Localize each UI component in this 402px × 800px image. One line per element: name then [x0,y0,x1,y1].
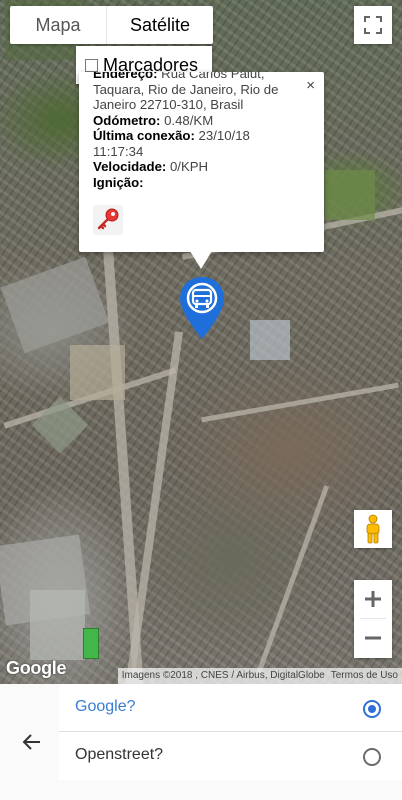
map-area [30,590,85,660]
arrow-left-icon [22,734,40,750]
address-row: Endereço: Rua Carlos Palut, Taquara, Rio… [93,72,299,113]
speed-value: 0/KPH [166,159,209,174]
ignition-row: Ignição: [93,175,299,191]
zoom-controls [354,580,392,658]
plus-icon [365,591,381,607]
ignition-key-icon [93,205,123,235]
address-label: Endereço: [93,72,158,81]
google-logo: Google [6,658,67,678]
provider-option-label: Openstreet? [75,746,164,763]
markers-checkbox[interactable] [85,58,98,72]
map-area [0,256,110,354]
terms-link[interactable]: Termos de Uso [331,668,398,684]
speed-label: Velocidade: [93,159,167,174]
map-area [31,396,89,454]
imagery-attribution: Imagens ©2018 , CNES / Airbus, DigitalGl… [121,670,325,681]
map-area [250,320,290,360]
vehicle-info-content: Endereço: Rua Carlos Palut, Taquara, Rio… [93,72,299,190]
close-icon[interactable]: × [306,78,315,93]
vehicle-location-marker[interactable] [178,275,226,341]
last-connection-label: Última conexão: [93,128,195,143]
map-type-map-button[interactable]: Mapa [10,6,107,44]
radio-selected-icon[interactable] [363,700,381,718]
minus-icon [365,636,381,640]
provider-option-label: Google? [75,698,136,715]
fullscreen-icon [364,16,382,34]
map-attribution: Imagens ©2018 , CNES / Airbus, DigitalGl… [117,668,402,684]
map-road [201,382,399,423]
pegman-icon [366,514,380,544]
fullscreen-button[interactable] [354,6,392,44]
last-connection-row: Última conexão: 23/10/18 11:17:34 [93,128,299,159]
map-type-satellite-button[interactable]: Satélite [107,6,213,44]
info-window-pointer [190,251,212,269]
green-map-marker [83,628,99,659]
ignition-label: Ignição: [93,174,144,190]
map-area [70,345,125,400]
radio-unselected-icon[interactable] [363,748,381,766]
odometer-label: Odómetro: [93,112,161,128]
odometer-value: 0.48/KM [160,112,214,128]
street-view-button[interactable] [354,510,392,548]
vehicle-info-window: Endereço: Rua Carlos Palut, Taquara, Rio… [79,72,324,252]
provider-option-openstreet[interactable]: Openstreet? [59,732,402,779]
speed-row: Velocidade: 0/KPH [93,159,299,175]
map-road [255,485,330,675]
provider-option-google[interactable]: Google? [59,684,402,732]
zoom-out-button[interactable] [354,619,392,657]
map-area [325,170,375,220]
map-type-toggle: Mapa Satélite [10,6,213,44]
zoom-in-button[interactable] [354,580,392,618]
back-button[interactable] [18,728,46,756]
map-provider-options: Google? Openstreet? [59,684,402,780]
odometer-row: Odómetro: 0.48/KM [93,113,299,129]
